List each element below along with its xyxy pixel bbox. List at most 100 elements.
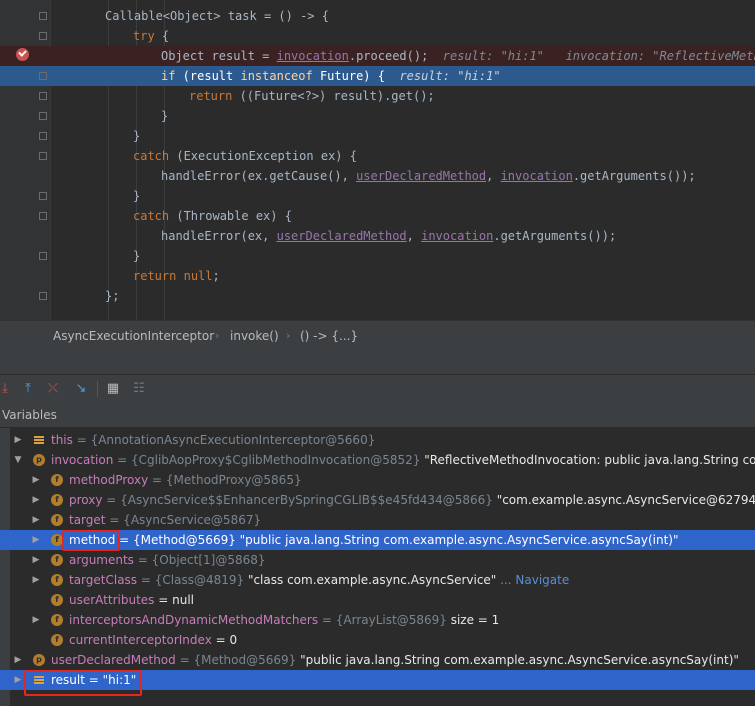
expand-arrow-icon[interactable]: ▶ — [31, 570, 41, 590]
variable-name: target — [69, 513, 106, 527]
panel-splitter[interactable] — [0, 350, 755, 374]
expand-arrow-icon[interactable]: ▶ — [31, 610, 41, 630]
code-line[interactable]: catch (Throwable ex) { — [0, 206, 755, 226]
variable-label: this = {AnnotationAsyncExecutionIntercep… — [51, 430, 375, 450]
variable-value: "public java.lang.String com.example.asy… — [235, 533, 679, 547]
variable-name: interceptorsAndDynamicMethodMatchers — [69, 613, 319, 627]
field-icon: f — [51, 634, 63, 646]
code-line[interactable]: try { — [0, 26, 755, 46]
variable-row[interactable]: ▶ f targetClass = {Class@4819} "class com.… — [0, 570, 755, 590]
expand-arrow-icon[interactable]: ▶ — [31, 530, 41, 550]
variables-tree[interactable]: ▶ this = {AnnotationAsyncExecutionInterce… — [0, 428, 755, 706]
code-line[interactable]: return null; — [0, 266, 755, 286]
code-line[interactable]: handleError(ex, userDeclaredMethod, invo… — [0, 226, 755, 246]
fold-marker-icon[interactable] — [39, 292, 47, 300]
trace-icon[interactable]: ☷ — [130, 380, 148, 398]
code-line[interactable]: Object result = invocation.proceed(); re… — [0, 46, 755, 66]
code-text: Callable<Object> task = () -> { — [105, 6, 329, 26]
code-token[interactable]: invocation — [421, 229, 493, 243]
fold-marker-icon[interactable] — [39, 112, 47, 120]
step-out-icon[interactable]: ⤒ — [19, 380, 37, 398]
local-variable-icon — [33, 434, 45, 446]
variable-type: = {Method@5669} — [175, 653, 297, 667]
code-line[interactable]: }; — [0, 286, 755, 306]
variable-row[interactable]: f currentInterceptorIndex = 0 — [0, 630, 755, 650]
code-token: , — [486, 169, 501, 183]
code-line[interactable]: Callable<Object> task = () -> { — [0, 6, 755, 26]
expand-arrow-icon[interactable]: ▶ — [31, 510, 41, 530]
collapse-arrow-icon[interactable]: ▼ — [13, 450, 23, 470]
expand-arrow-icon[interactable]: ▶ — [31, 490, 41, 510]
code-token[interactable]: invocation — [501, 169, 573, 183]
variable-row[interactable]: ▶ f target = {AsyncService@5867} — [0, 510, 755, 530]
code-line[interactable]: if (result instanceof Future) { result: … — [0, 66, 755, 86]
code-line[interactable]: } — [0, 106, 755, 126]
code-text: return ((Future<?>) result).get(); — [189, 86, 435, 106]
code-line[interactable]: } — [0, 186, 755, 206]
variable-row[interactable]: f userAttributes = null — [0, 590, 755, 610]
variable-label: methodProxy = {MethodProxy@5865} — [69, 470, 302, 490]
breadcrumb-class[interactable]: AsyncExecutionInterceptor — [53, 321, 214, 351]
expand-arrow-icon[interactable]: ▶ — [31, 470, 41, 490]
variable-name: proxy — [69, 493, 103, 507]
run-to-cursor-icon[interactable]: ↘ — [72, 380, 90, 398]
code-text: } — [161, 106, 168, 126]
variable-row[interactable]: ▶ p userDeclaredMethod = {Method@5669} "pu… — [0, 650, 755, 670]
expand-arrow-icon[interactable]: ▶ — [13, 650, 23, 670]
code-token: .getArguments()); — [572, 169, 696, 183]
breakpoint-icon[interactable] — [16, 48, 29, 61]
code-token[interactable]: invocation — [277, 49, 349, 63]
variable-row[interactable]: ▼ p invocation = {CglibAopProxy$CglibMetho… — [0, 450, 755, 470]
navigate-link[interactable]: ... Navigate — [496, 573, 569, 587]
evaluate-icon[interactable]: ▦ — [104, 380, 122, 398]
code-token[interactable]: userDeclaredMethod — [277, 229, 407, 243]
variable-row[interactable]: ▶ f methodProxy = {MethodProxy@5865} — [0, 470, 755, 490]
fold-marker-icon[interactable] — [39, 92, 47, 100]
code-token: }; — [105, 289, 120, 303]
variable-value: size = 1 — [446, 613, 500, 627]
drop-frame-icon[interactable]: ⤬ — [44, 380, 62, 398]
code-token[interactable]: userDeclaredMethod — [356, 169, 486, 183]
breadcrumb: AsyncExecutionInterceptor › invoke() › (… — [0, 320, 755, 352]
code-token: try — [133, 29, 155, 43]
variable-label: arguments = {Object[1]@5868} — [69, 550, 266, 570]
variable-name: userDeclaredMethod — [51, 653, 176, 667]
breadcrumb-method[interactable]: invoke() — [230, 321, 279, 351]
variable-type: = {CglibAopProxy$CglibMethodInvocation@5… — [113, 453, 421, 467]
code-line[interactable]: } — [0, 126, 755, 146]
code-token: if — [161, 69, 176, 83]
code-line[interactable]: catch (ExecutionException ex) { — [0, 146, 755, 166]
expand-arrow-icon[interactable]: ▶ — [31, 550, 41, 570]
variable-row[interactable]: ▶ f arguments = {Object[1]@5868} — [0, 550, 755, 570]
variable-label: targetClass = {Class@4819} "class com.ex… — [69, 570, 569, 590]
field-icon: f — [51, 514, 63, 526]
fold-marker-icon[interactable] — [39, 212, 47, 220]
fold-marker-icon[interactable] — [39, 132, 47, 140]
variable-row[interactable]: ▶ this = {AnnotationAsyncExecutionInterce… — [0, 430, 755, 450]
code-line[interactable]: handleError(ex.getCause(), userDeclaredM… — [0, 166, 755, 186]
field-icon: f — [51, 574, 63, 586]
inline-value-hint: result: "hi:1" — [399, 69, 501, 83]
toolbar-separator — [97, 381, 98, 397]
code-token: } — [161, 109, 169, 123]
fold-marker-icon[interactable] — [39, 12, 47, 20]
variable-type: = {ArrayList@5869} — [318, 613, 447, 627]
fold-marker-icon[interactable] — [39, 252, 47, 260]
variable-label: invocation = {CglibAopProxy$CglibMethodI… — [51, 450, 755, 470]
expand-arrow-icon[interactable]: ▶ — [13, 430, 23, 450]
code-line[interactable]: return ((Future<?>) result).get(); — [0, 86, 755, 106]
variable-value: "ReflectiveMethodInvocation: public java… — [424, 453, 755, 467]
fold-marker-icon[interactable] — [39, 32, 47, 40]
expand-arrow-icon[interactable]: ▶ — [13, 670, 23, 690]
step-into-icon[interactable]: ⤓ — [0, 380, 14, 398]
code-token: (ExecutionException ex) { — [169, 149, 357, 163]
breadcrumb-lambda[interactable]: () -> {...} — [300, 321, 358, 351]
variable-row[interactable]: ▶ f proxy = {AsyncService$$EnhancerBySprin… — [0, 490, 755, 510]
code-line[interactable]: } — [0, 246, 755, 266]
fold-marker-icon[interactable] — [39, 192, 47, 200]
field-icon: f — [51, 554, 63, 566]
fold-marker-icon[interactable] — [39, 72, 47, 80]
variable-row[interactable]: ▶ f interceptorsAndDynamicMethodMatchers =… — [0, 610, 755, 630]
code-editor[interactable]: Callable<Object> task = () -> {try {Obje… — [0, 0, 755, 320]
fold-marker-icon[interactable] — [39, 152, 47, 160]
